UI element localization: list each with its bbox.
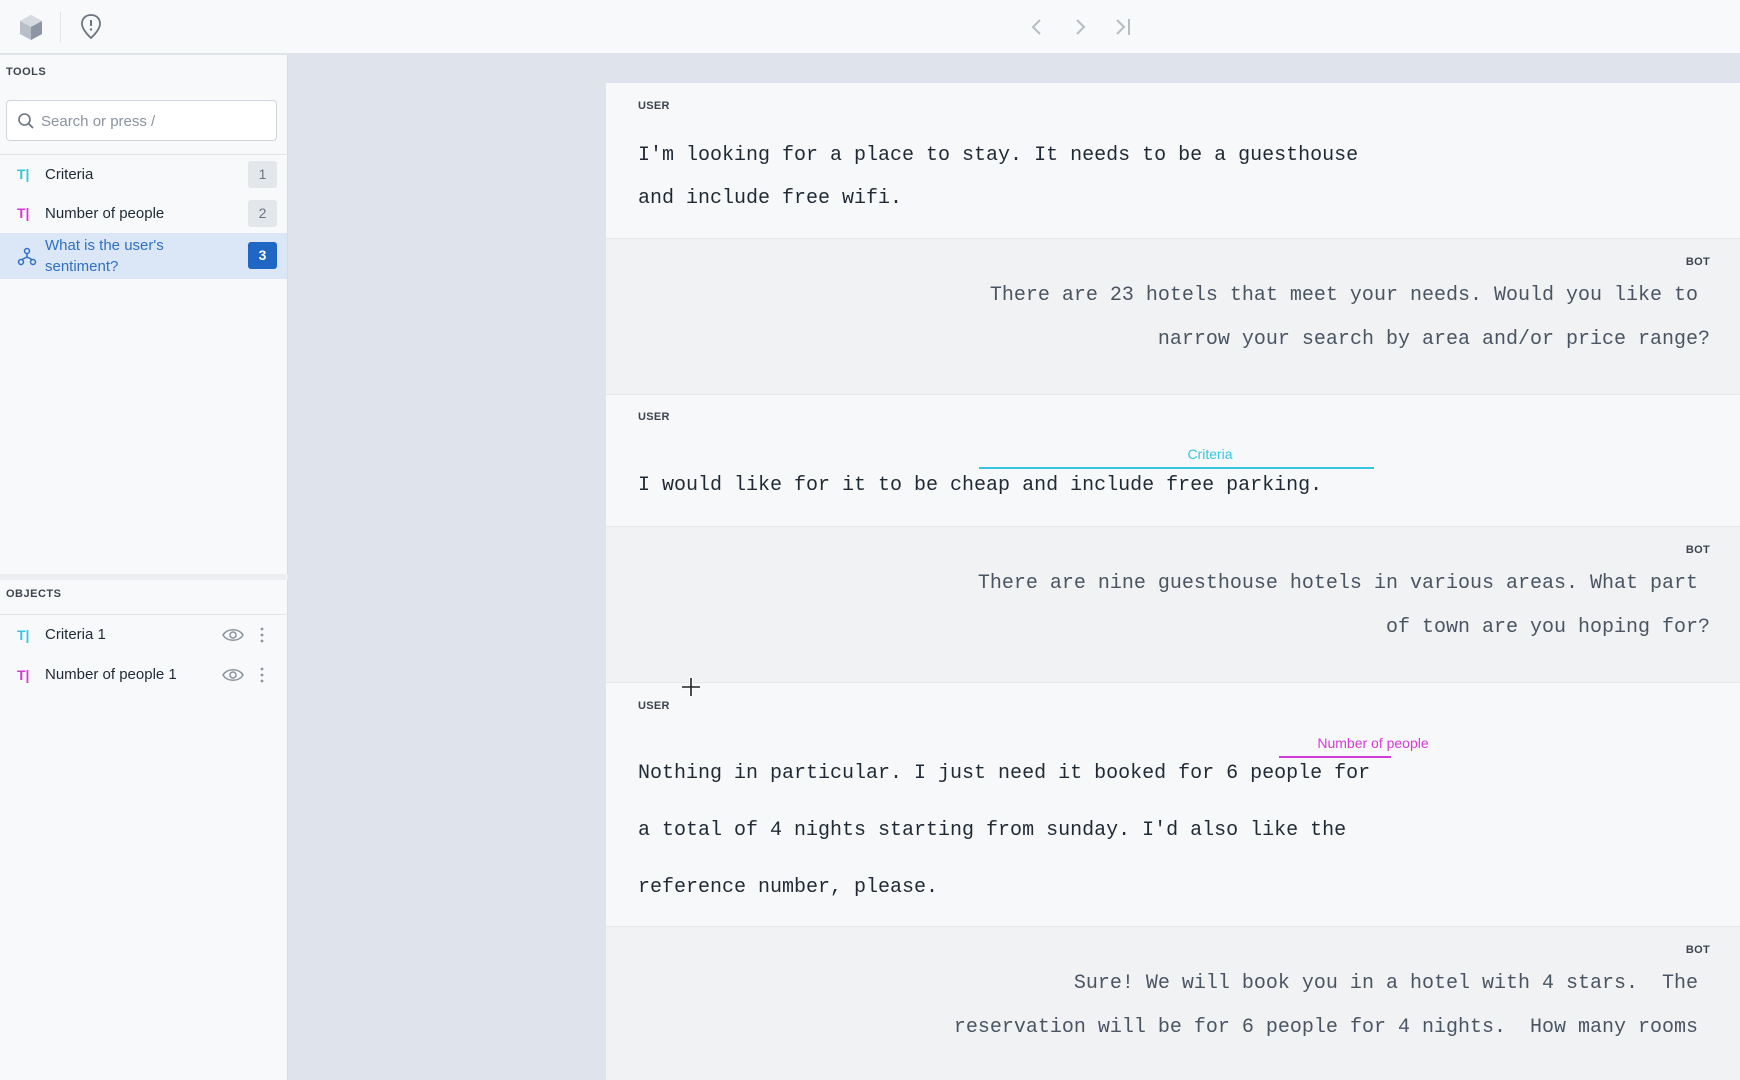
message-text-line: a total of 4 nights starting from sunday…	[638, 819, 1347, 842]
message-text-line: and include free wifi.	[638, 187, 903, 210]
text-tool-icon: T|	[17, 205, 30, 221]
object-label: Criteria 1	[45, 626, 106, 643]
annotation-underline-number-of-people[interactable]	[1279, 756, 1391, 758]
classification-icon	[17, 247, 37, 266]
role-label: USER	[638, 100, 670, 112]
annotation-label-criteria[interactable]: Criteria	[1150, 446, 1270, 462]
tool-label: What is the user's sentiment?	[45, 237, 164, 275]
role-label: BOT	[1685, 256, 1710, 268]
move-cursor-icon	[682, 678, 700, 696]
role-label: USER	[638, 411, 670, 423]
section-divider	[0, 574, 288, 580]
eye-icon[interactable]	[222, 626, 244, 644]
tool-hotkey-badge: 2	[248, 200, 277, 227]
message-text-line: reservation will be for 6 people for 4 n…	[953, 1016, 1698, 1039]
info-pin-icon[interactable]	[79, 13, 103, 41]
more-vertical-icon[interactable]	[255, 664, 269, 686]
search-input[interactable]	[41, 109, 266, 133]
message-text-line: of town are you hoping for?	[1385, 616, 1710, 639]
message-text-line: There are 23 hotels that meet your needs…	[989, 284, 1698, 307]
text-tool-icon: T|	[17, 166, 30, 182]
toolbar-divider	[60, 12, 61, 42]
top-toolbar	[0, 0, 1740, 54]
message-text-line: I would like for it to be cheap and incl…	[638, 474, 1323, 497]
message-text-line: reference number, please.	[638, 876, 939, 899]
annotation-underline-criteria[interactable]	[979, 467, 1374, 469]
text-tool-icon: T|	[17, 627, 30, 643]
message-text-line: narrow your search by area and/or price …	[1157, 328, 1710, 351]
tool-number-of-people[interactable]: T| Number of people 2	[0, 194, 287, 233]
chevron-left-icon[interactable]	[1024, 14, 1050, 40]
tool-hotkey-badge: 3	[248, 242, 277, 269]
role-label: BOT	[1685, 944, 1710, 956]
role-label: BOT	[1685, 544, 1710, 556]
eye-icon[interactable]	[222, 666, 244, 684]
object-label: Number of people 1	[45, 666, 177, 683]
message-bot[interactable]: BOT There are nine guesthouse hotels in …	[606, 527, 1740, 683]
object-number-of-people-1[interactable]: T| Number of people 1	[0, 655, 287, 695]
text-tool-icon: T|	[17, 667, 30, 683]
tools-heading: TOOLS	[6, 66, 47, 78]
message-text-line: Nothing in particular. I just need it bo…	[638, 762, 1371, 785]
message-text-line: I'm looking for a place to stay. It need…	[638, 144, 1359, 167]
message-user[interactable]: USER Number of people Nothing in particu…	[606, 683, 1740, 927]
message-bot[interactable]: BOT Sure! We will book you in a hotel wi…	[606, 927, 1740, 1080]
chevron-right-icon[interactable]	[1067, 14, 1093, 40]
tool-hotkey-badge: 1	[248, 161, 277, 188]
sidebar: TOOLS T| Criteria 1 T| Number of people …	[0, 55, 288, 1080]
cube-logo-icon	[20, 15, 42, 40]
tool-criteria[interactable]: T| Criteria 1	[0, 155, 287, 194]
message-text-line: Sure! We will book you in a hotel with 4…	[1073, 972, 1698, 995]
tool-user-sentiment[interactable]: What is the user's sentiment? 3	[0, 233, 287, 279]
object-criteria-1[interactable]: T| Criteria 1	[0, 615, 287, 655]
tool-label: Criteria	[45, 166, 94, 183]
objects-heading: OBJECTS	[6, 588, 62, 600]
skip-to-end-icon[interactable]	[1110, 14, 1136, 40]
role-label: USER	[638, 700, 670, 712]
more-vertical-icon[interactable]	[255, 624, 269, 646]
message-user[interactable]: USER I'm looking for a place to stay. It…	[606, 83, 1740, 239]
search-box[interactable]	[6, 100, 277, 141]
tool-label: Number of people	[45, 205, 165, 222]
search-icon	[18, 113, 34, 129]
message-user[interactable]: USER Criteria I would like for it to be …	[606, 395, 1740, 527]
conversation-panel: USER I'm looking for a place to stay. It…	[606, 83, 1740, 1080]
message-text-line: There are nine guesthouse hotels in vari…	[977, 572, 1698, 595]
message-bot[interactable]: BOT There are 23 hotels that meet your n…	[606, 239, 1740, 395]
annotation-label-number-of-people[interactable]: Number of people	[1273, 735, 1473, 751]
